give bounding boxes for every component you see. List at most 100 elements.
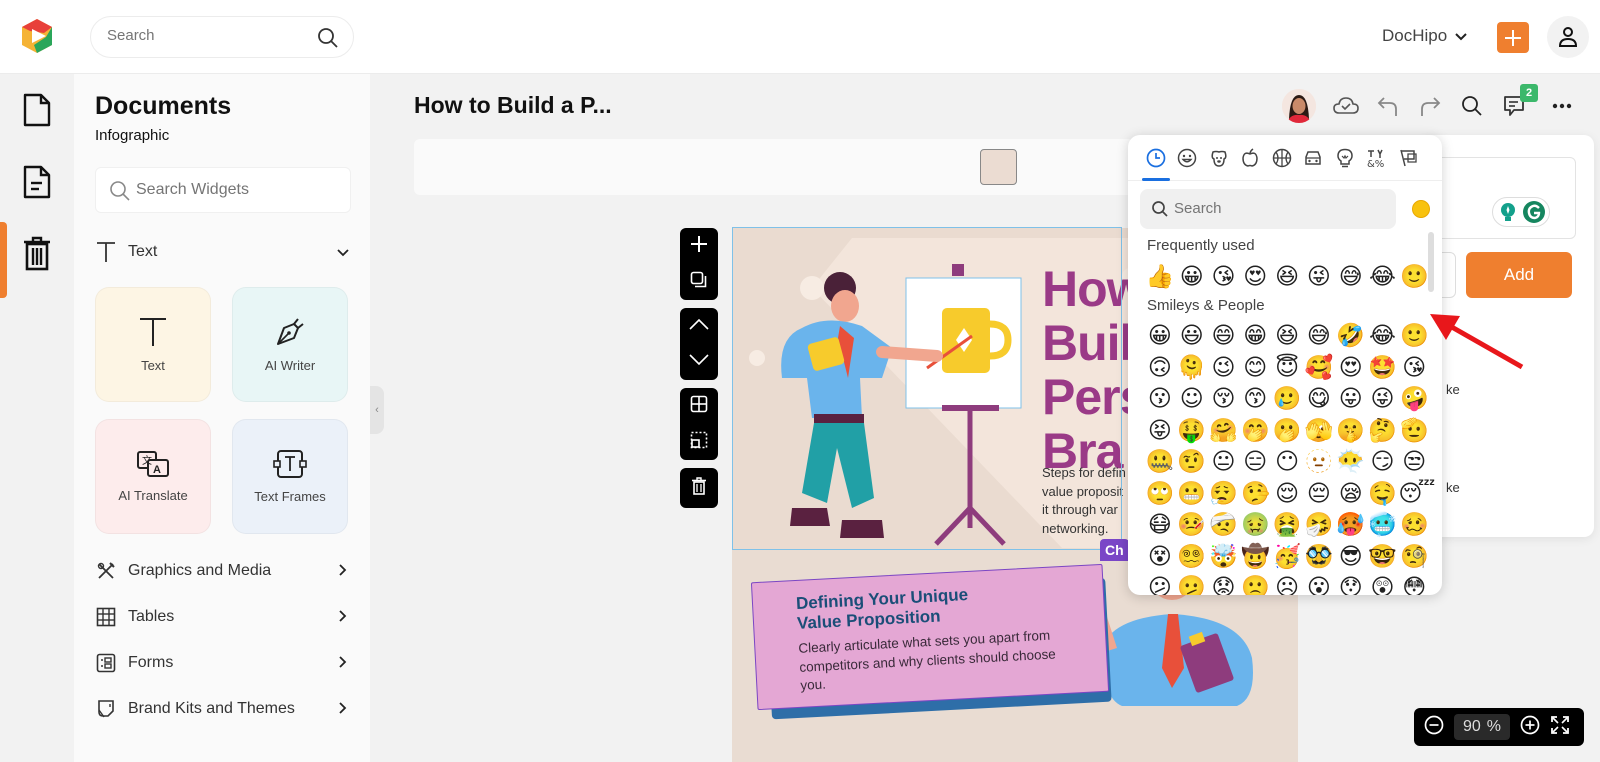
global-search-input[interactable] <box>107 27 307 44</box>
rail-trash[interactable] <box>0 217 74 289</box>
profile-button[interactable] <box>1547 16 1589 58</box>
emoji-item[interactable]: 🧐 <box>1398 544 1430 570</box>
app-logo[interactable] <box>18 17 56 55</box>
fullscreen-icon[interactable] <box>1550 715 1570 740</box>
select-area-icon[interactable] <box>690 431 708 454</box>
emoji-item[interactable]: 😄 <box>1208 323 1240 349</box>
emoji-item[interactable]: 😊 <box>1239 355 1271 381</box>
emoji-item[interactable]: 😙 <box>1239 386 1271 412</box>
emoji-item[interactable]: 😎 <box>1335 544 1367 570</box>
emoji-tab-animals[interactable] <box>1203 140 1235 176</box>
tile-text[interactable]: Text <box>95 287 211 402</box>
emoji-item[interactable]: 😝 <box>1144 418 1176 444</box>
emoji-item[interactable]: ☺ <box>1176 386 1208 412</box>
emoji-item[interactable]: 🤐 <box>1144 449 1176 475</box>
skin-tone-selector[interactable] <box>1412 200 1430 218</box>
cloud-save-button[interactable] <box>1330 90 1362 122</box>
hero-subtitle[interactable]: Steps for defin value proposit it throug… <box>1042 464 1132 538</box>
emoji-item[interactable]: 😛 <box>1335 386 1367 412</box>
rail-current-document[interactable] <box>0 144 74 220</box>
search-icon[interactable] <box>317 27 339 54</box>
emoji-item[interactable]: 😁 <box>1239 323 1271 349</box>
emoji-item[interactable]: 😪 <box>1335 481 1367 507</box>
emoji-item[interactable]: 🤔 <box>1367 418 1399 444</box>
grid-icon[interactable] <box>690 395 708 418</box>
emoji-item[interactable]: 😘 <box>1208 264 1240 290</box>
emoji-search[interactable] <box>1140 189 1396 229</box>
add-comment-button[interactable]: Add <box>1466 252 1572 298</box>
emoji-tab-activities[interactable] <box>1266 140 1298 176</box>
emoji-item[interactable]: 🤠 <box>1239 544 1271 570</box>
collaborator-avatar[interactable] <box>1282 89 1316 123</box>
emoji-item[interactable]: 😍 <box>1239 264 1271 290</box>
emoji-item[interactable]: 🥵 <box>1335 512 1367 538</box>
element-label-tag[interactable]: Ch <box>1100 539 1129 561</box>
emoji-item[interactable]: 🤯 <box>1208 544 1240 570</box>
emoji-item[interactable]: 🤥 <box>1239 481 1271 507</box>
emoji-item[interactable]: 🤭 <box>1239 418 1271 444</box>
move-down-icon[interactable] <box>689 353 709 371</box>
widget-search-input[interactable] <box>136 181 336 199</box>
emoji-item[interactable]: 😂 <box>1367 264 1399 290</box>
emoji-item[interactable]: 😍 <box>1335 355 1367 381</box>
emoji-item[interactable]: 😶‍🌫️ <box>1335 449 1367 475</box>
tile-text-frames[interactable]: Text Frames <box>232 419 348 534</box>
emoji-search-input[interactable] <box>1174 200 1374 217</box>
emoji-item[interactable]: 🤤 <box>1367 481 1399 507</box>
emoji-item[interactable]: 🤮 <box>1271 512 1303 538</box>
emoji-item[interactable]: 😶 <box>1271 449 1303 475</box>
grammarly-widget[interactable] <box>1492 197 1550 227</box>
emoji-item[interactable]: 😇 <box>1271 355 1303 381</box>
emoji-item[interactable]: 🥶 <box>1367 512 1399 538</box>
emoji-item[interactable]: 😗 <box>1144 386 1176 412</box>
emoji-item[interactable]: 🤪 <box>1398 386 1430 412</box>
value-proposition-card[interactable]: Defining Your Unique Value Proposition C… <box>750 563 1112 720</box>
emoji-item[interactable]: 🤣 <box>1335 323 1367 349</box>
emoji-item[interactable]: 😒 <box>1398 449 1430 475</box>
emoji-item[interactable]: 🫡 <box>1398 418 1430 444</box>
zoom-in-icon[interactable] <box>1520 715 1540 740</box>
emoji-item[interactable]: 🤑 <box>1176 418 1208 444</box>
section-forms[interactable]: Forms <box>95 648 351 678</box>
emoji-item[interactable]: 🥳 <box>1271 544 1303 570</box>
find-button[interactable] <box>1456 90 1488 122</box>
emoji-item[interactable]: 😵 <box>1144 544 1176 570</box>
emoji-item[interactable]: 🤫 <box>1335 418 1367 444</box>
emoji-item[interactable]: 😑 <box>1239 449 1271 475</box>
emoji-item[interactable]: 😜 <box>1367 386 1399 412</box>
tile-ai-writer[interactable]: AI Writer <box>232 287 348 402</box>
emoji-item[interactable]: 😜 <box>1303 264 1335 290</box>
emoji-item[interactable]: 😆 <box>1271 264 1303 290</box>
zoom-level[interactable]: 90 % <box>1454 714 1510 740</box>
emoji-item[interactable]: 🤕 <box>1208 512 1240 538</box>
emoji-item[interactable]: 😷 <box>1144 512 1176 538</box>
workspace-dropdown[interactable]: DocHipo <box>1382 26 1467 46</box>
emoji-item[interactable]: 🤒 <box>1176 512 1208 538</box>
undo-button[interactable] <box>1372 90 1404 122</box>
emoji-item[interactable]: 😀 <box>1176 264 1208 290</box>
more-options-button[interactable] <box>1546 90 1578 122</box>
emoji-tab-flags[interactable] <box>1392 140 1424 176</box>
emoji-item[interactable]: 😐 <box>1208 449 1240 475</box>
emoji-item[interactable]: 😲 <box>1367 575 1399 595</box>
emoji-item[interactable]: 🥰 <box>1303 355 1335 381</box>
collapse-panel-handle[interactable]: ‹ <box>370 386 384 434</box>
emoji-item[interactable]: 🤧 <box>1303 512 1335 538</box>
section-brand-kits[interactable]: Brand Kits and Themes <box>95 694 351 724</box>
section-text[interactable]: Text <box>95 237 351 267</box>
section-graphics-media[interactable]: Graphics and Media <box>95 556 351 586</box>
rail-documents[interactable] <box>0 74 74 146</box>
emoji-item[interactable]: 😅 <box>1303 323 1335 349</box>
emoji-item[interactable]: 😌 <box>1271 481 1303 507</box>
global-search[interactable] <box>90 16 354 58</box>
emoji-item[interactable]: 😏 <box>1367 449 1399 475</box>
emoji-item[interactable]: 😯 <box>1335 575 1367 595</box>
add-icon[interactable] <box>689 234 709 259</box>
emoji-tab-recent[interactable] <box>1140 140 1172 181</box>
emoji-item[interactable]: 😳 <box>1398 575 1430 595</box>
emoji-item[interactable]: 🙁 <box>1239 575 1271 595</box>
emoji-item[interactable]: 🙄 <box>1144 481 1176 507</box>
emoji-item[interactable]: 🥴 <box>1398 512 1430 538</box>
emoji-item[interactable]: 🫤 <box>1176 575 1208 595</box>
emoji-item[interactable]: 🥸 <box>1303 544 1335 570</box>
